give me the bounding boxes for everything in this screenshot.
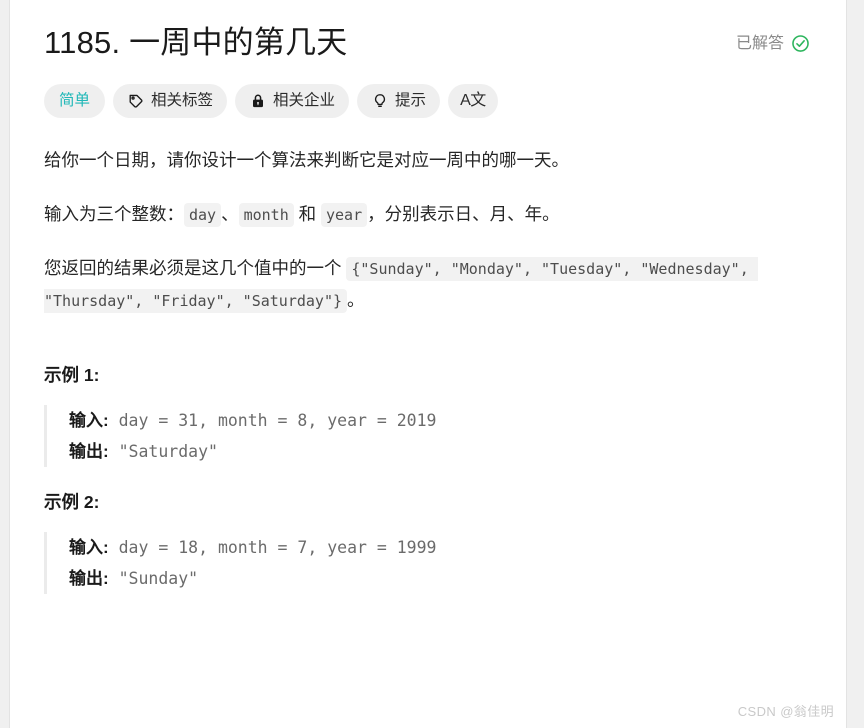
description-text-2-suffix: ，分别表示日、月、年。	[367, 204, 560, 224]
companies-chip-label: 相关企业	[273, 92, 336, 110]
example-2-output-label: 输出:	[69, 569, 109, 588]
inline-code-year: year	[320, 203, 368, 227]
example-1-input-line: 输入: day = 31, month = 8, year = 2019	[69, 405, 810, 436]
page-background: 1185. 一周中的第几天 已解答 简单 相关标签 相关企业 提示 A文 给你一…	[0, 0, 864, 728]
description-text-2-prefix: 输入为三个整数：	[44, 204, 184, 224]
hints-chip-label: 提示	[395, 92, 427, 110]
example-1-input-label: 输入:	[69, 411, 109, 430]
description-text-2-sep: 、	[221, 204, 239, 224]
hints-chip[interactable]: 提示	[357, 84, 441, 118]
problem-panel: 1185. 一周中的第几天 已解答 简单 相关标签 相关企业 提示 A文 给你一…	[9, 0, 847, 728]
chips-row: 简单 相关标签 相关企业 提示 A文	[44, 84, 810, 118]
watermark: CSDN @翁佳明	[737, 704, 834, 719]
problem-description: 给你一个日期，请你设计一个算法来判断它是对应一周中的哪一天。 输入为三个整数： d…	[44, 144, 810, 316]
status-badge: 已解答	[736, 34, 810, 53]
example-1-input-value: day = 31, month = 8, year = 2019	[108, 411, 437, 430]
title-row: 1185. 一周中的第几天 已解答	[44, 22, 810, 64]
example-2-input-value: day = 18, month = 7, year = 1999	[108, 538, 437, 557]
companies-chip[interactable]: 相关企业	[235, 84, 350, 118]
example-2-body: 输入: day = 18, month = 7, year = 1999 输出:…	[44, 532, 810, 594]
example-block-1: 示例 1: 输入: day = 31, month = 8, year = 20…	[44, 362, 810, 467]
description-text-2-mid: 和	[293, 204, 321, 224]
tag-icon	[127, 93, 144, 110]
description-text-3-suffix: 。	[347, 290, 365, 310]
example-1-output-label: 输出:	[69, 442, 109, 461]
example-1-title: 示例 1:	[44, 365, 100, 385]
lightbulb-icon	[371, 93, 388, 110]
problem-content: 1185. 一周中的第几天 已解答 简单 相关标签 相关企业 提示 A文 给你一…	[10, 0, 846, 728]
description-text-3-prefix: 您返回的结果必须是这几个值中的一个	[44, 258, 347, 278]
description-paragraph-1: 给你一个日期，请你设计一个算法来判断它是对应一周中的哪一天。	[44, 144, 810, 176]
example-2-input-line: 输入: day = 18, month = 7, year = 1999	[69, 532, 810, 563]
example-2-input-label: 输入:	[69, 538, 109, 557]
difficulty-chip[interactable]: 简单	[44, 84, 106, 118]
page-title: 1185. 一周中的第几天	[44, 25, 348, 60]
topics-chip[interactable]: 相关标签	[113, 84, 228, 118]
example-2-title: 示例 2:	[44, 492, 100, 512]
difficulty-chip-label: 简单	[59, 92, 91, 110]
topics-chip-label: 相关标签	[151, 92, 214, 110]
example-1-output-line: 输出: "Saturday"	[69, 436, 810, 467]
translate-icon: A文	[460, 92, 486, 109]
description-text-1: 给你一个日期，请你设计一个算法来判断它是对应一周中的哪一天。	[44, 150, 569, 170]
inline-code-day: day	[184, 203, 222, 227]
example-block-2: 示例 2: 输入: day = 18, month = 7, year = 19…	[44, 489, 810, 594]
example-1-body: 输入: day = 31, month = 8, year = 2019 输出:…	[44, 405, 810, 467]
example-1-output-value: "Saturday"	[108, 442, 218, 461]
description-paragraph-2: 输入为三个整数： day、 month 和 year ，分别表示日、月、年。	[44, 198, 810, 230]
lock-icon	[249, 93, 266, 110]
description-paragraph-3: 您返回的结果必须是这几个值中的一个 {"Sunday", "Monday", "…	[44, 252, 810, 316]
example-2-output-value: "Sunday"	[108, 569, 199, 588]
example-2-output-line: 输出: "Sunday"	[69, 563, 810, 594]
check-circle-icon	[791, 34, 810, 53]
language-chip[interactable]: A文	[448, 84, 498, 118]
status-badge-label: 已解答	[735, 34, 784, 52]
inline-code-month: month	[238, 203, 294, 227]
